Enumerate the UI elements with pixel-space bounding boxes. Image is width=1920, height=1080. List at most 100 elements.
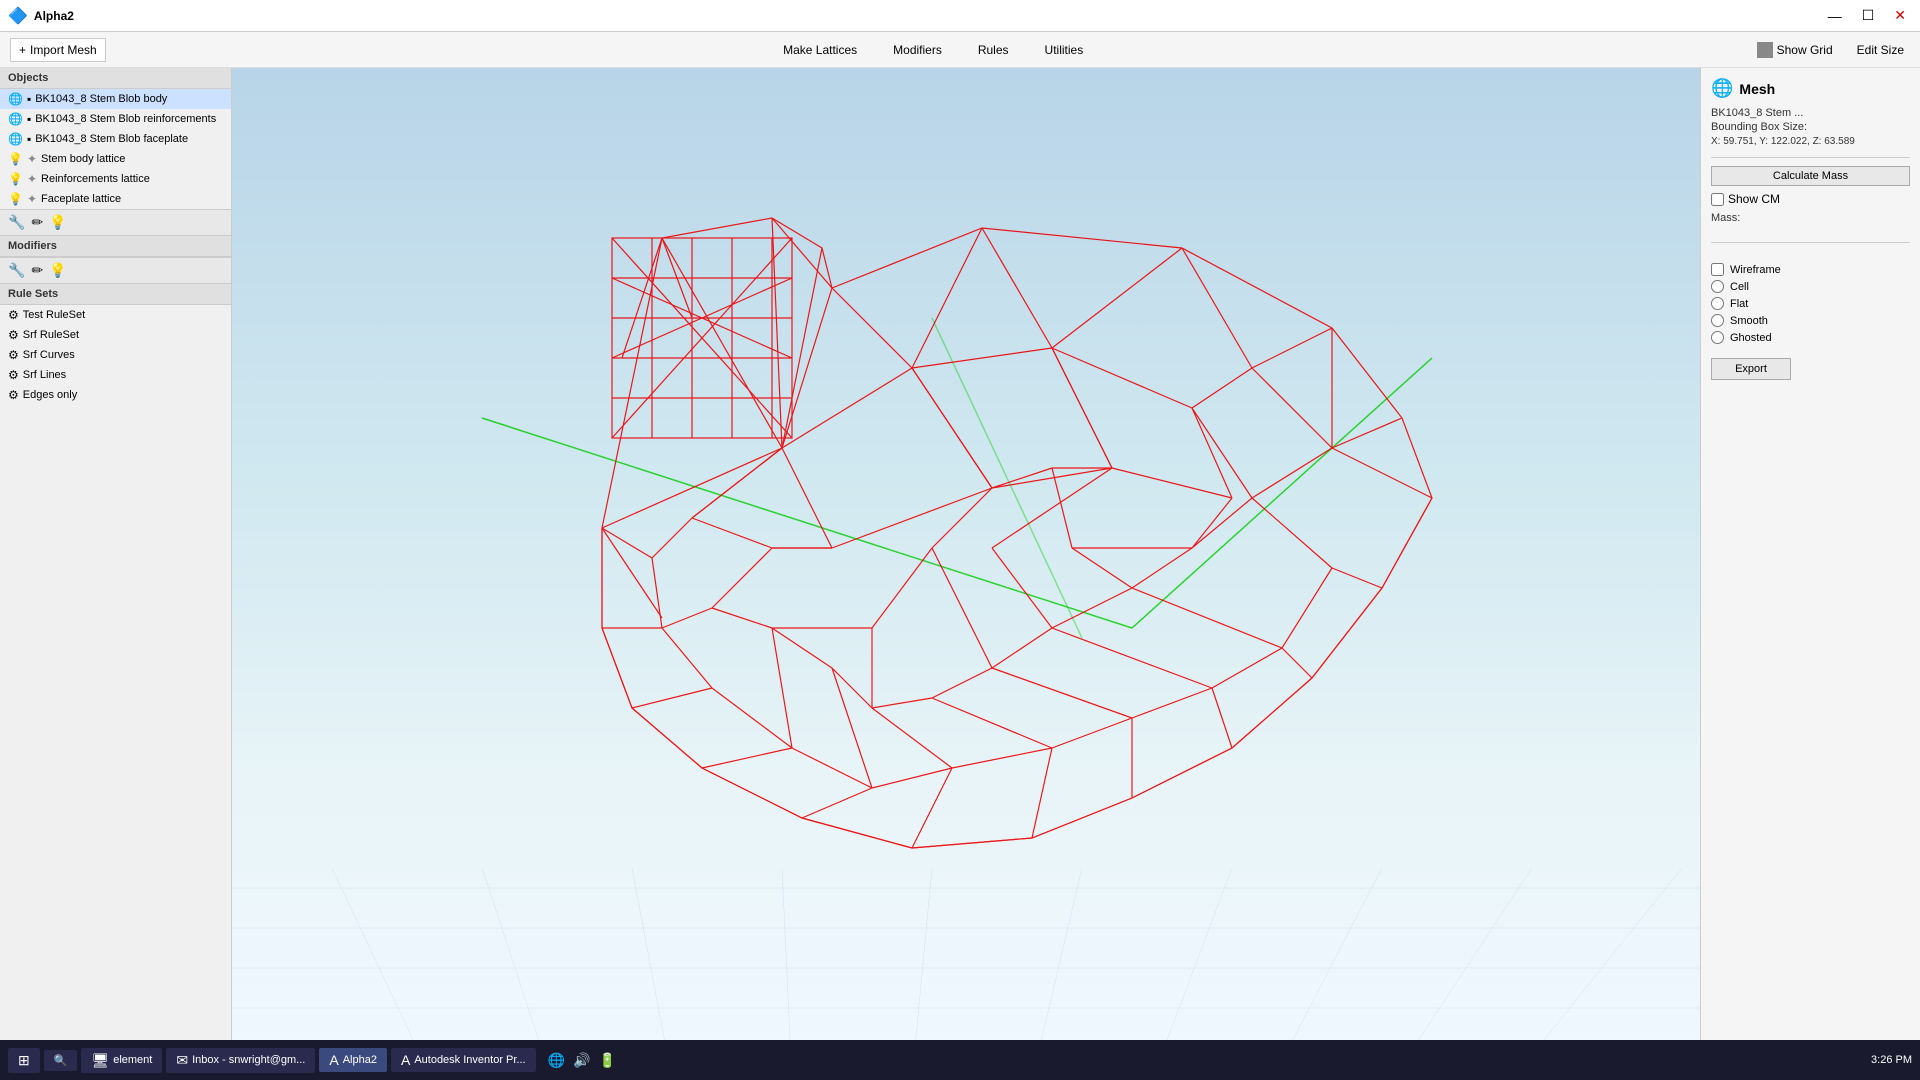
menu-right: Show Grid Edit Size <box>1751 40 1910 60</box>
taskbar-item-element[interactable]: 🖥 element <box>81 1048 162 1073</box>
mesh-section-title: Mesh <box>1739 81 1775 97</box>
render-options-section: Wireframe Cell Flat Smooth Ghosted <box>1711 261 1910 346</box>
tree-item[interactable]: 🌐 ▪ BK1043_8 Stem Blob body <box>0 89 231 109</box>
bounding-box-values: X: 59.751, Y: 122.022, Z: 63.589 <box>1711 136 1855 147</box>
ghosted-label: Ghosted <box>1730 332 1772 344</box>
show-cm-checkbox[interactable] <box>1711 193 1724 206</box>
menu-make-lattices[interactable]: Make Lattices <box>775 39 865 61</box>
menu-modifiers[interactable]: Modifiers <box>885 39 950 61</box>
right-panel: 🌐 Mesh BK1043_8 Stem ... Bounding Box Si… <box>1700 68 1920 1080</box>
render-wireframe: Wireframe <box>1711 261 1910 278</box>
minimize-button[interactable]: — <box>1822 8 1848 24</box>
smooth-radio[interactable] <box>1711 314 1724 327</box>
wireframe-checkbox[interactable] <box>1711 263 1724 276</box>
ghosted-radio[interactable] <box>1711 331 1724 344</box>
visibility-icon[interactable]: 💡 <box>49 214 66 231</box>
element-icon: 🖥 <box>91 1052 109 1069</box>
mesh-globe-icon: 🌐 <box>1711 78 1733 99</box>
object-icon-2: ▪ <box>27 132 31 146</box>
show-grid-button[interactable]: Show Grid <box>1751 40 1839 60</box>
volume-icon: 🔊 <box>573 1052 590 1069</box>
main-layout: Objects 🌐 ▪ BK1043_8 Stem Blob body 🌐 ▪ … <box>0 68 1920 1080</box>
render-ghosted: Ghosted <box>1711 329 1910 346</box>
divider-2 <box>1711 242 1910 243</box>
rule-set-item-4[interactable]: ⚙ Edges only <box>0 385 231 405</box>
object-icon-0: ▪ <box>27 92 31 106</box>
taskbar-item-inventor[interactable]: A Autodesk Inventor Pr... <box>391 1048 536 1072</box>
export-button[interactable]: Export <box>1711 358 1791 380</box>
title-bar-left: 🔷 Alpha2 <box>8 6 74 26</box>
edit-object-icon[interactable]: ✏ <box>31 214 43 231</box>
taskbar-item-alpha2[interactable]: A Alpha2 <box>319 1048 387 1072</box>
flat-label: Flat <box>1730 298 1748 310</box>
menu-rules[interactable]: Rules <box>970 39 1017 61</box>
bulb-icon-5: 💡 <box>8 192 23 206</box>
mesh-name-row: BK1043_8 Stem ... <box>1711 107 1910 119</box>
import-mesh-button[interactable]: + Import Mesh <box>10 38 106 62</box>
cell-radio[interactable] <box>1711 280 1724 293</box>
modifier-visibility-icon[interactable]: 💡 <box>49 262 66 279</box>
taskbar-clock: 3:26 PM <box>1871 1054 1912 1066</box>
taskbar-item-inbox[interactable]: ✉ Inbox - snwright@gm... <box>166 1048 315 1073</box>
rule-icon-2: ⚙ <box>8 348 19 362</box>
taskbar-element-label: element <box>113 1054 152 1066</box>
start-button[interactable]: ⊞ <box>8 1048 40 1073</box>
mass-label: Mass: <box>1711 212 1740 224</box>
rule-icon-0: ⚙ <box>8 308 19 322</box>
mass-row: Mass: <box>1711 212 1910 224</box>
add-object-icon[interactable]: 🔧 <box>8 214 25 231</box>
tree-item[interactable]: 💡 ✦ Reinforcements lattice <box>0 169 231 189</box>
show-cm-row: Show CM <box>1711 192 1910 206</box>
title-bar-right: — ☐ ✕ <box>1822 7 1912 24</box>
rule-label-0: Test RuleSet <box>23 309 85 321</box>
rule-label-3: Srf Lines <box>23 369 66 381</box>
tree-item[interactable]: 🌐 ▪ BK1043_8 Stem Blob faceplate <box>0 129 231 149</box>
search-bar[interactable]: 🔍 <box>44 1050 78 1071</box>
close-button[interactable]: ✕ <box>1888 7 1912 24</box>
render-cell: Cell <box>1711 278 1910 295</box>
search-icon: 🔍 <box>54 1054 68 1067</box>
object-label-0: BK1043_8 Stem Blob body <box>35 93 167 105</box>
lattice-icon-5: ✦ <box>27 192 37 206</box>
objects-toolbar: 🔧 ✏ 💡 <box>0 209 231 236</box>
bounding-box-label: Bounding Box Size: <box>1711 121 1807 133</box>
object-label-5: Faceplate lattice <box>41 193 121 205</box>
modifiers-section-header: Modifiers <box>0 236 231 257</box>
rule-sets-list: ⚙ Test RuleSet ⚙ Srf RuleSet ⚙ Srf Curve… <box>0 305 231 1080</box>
inventor-icon: A <box>401 1052 410 1068</box>
menu-utilities[interactable]: Utilities <box>1037 39 1092 61</box>
rule-set-item-1[interactable]: ⚙ Srf RuleSet <box>0 325 231 345</box>
menu-center: Make Lattices Modifiers Rules Utilities <box>775 39 1091 61</box>
maximize-button[interactable]: ☐ <box>1856 7 1881 24</box>
rule-set-item-0[interactable]: ⚙ Test RuleSet <box>0 305 231 325</box>
right-panel-header: 🌐 Mesh <box>1711 78 1910 99</box>
render-smooth: Smooth <box>1711 312 1910 329</box>
taskbar-inventor-label: Autodesk Inventor Pr... <box>414 1054 525 1066</box>
tree-item[interactable]: 💡 ✦ Faceplate lattice <box>0 189 231 209</box>
viewport[interactable] <box>232 68 1700 1080</box>
rule-set-item-3[interactable]: ⚙ Srf Lines <box>0 365 231 385</box>
globe-icon-1: 🌐 <box>8 112 23 126</box>
taskbar-system-icons: 🌐 🔊 🔋 <box>548 1052 616 1069</box>
title-bar: 🔷 Alpha2 — ☐ ✕ <box>0 0 1920 32</box>
flat-radio[interactable] <box>1711 297 1724 310</box>
inbox-icon: ✉ <box>176 1052 188 1069</box>
tree-item[interactable]: 💡 ✦ Stem body lattice <box>0 149 231 169</box>
wireframe-label: Wireframe <box>1730 264 1781 276</box>
taskbar-alpha2-label: Alpha2 <box>343 1054 377 1066</box>
rule-set-item-2[interactable]: ⚙ Srf Curves <box>0 345 231 365</box>
calculate-mass-button[interactable]: Calculate Mass <box>1711 166 1910 186</box>
app-icon: 🔷 <box>8 6 28 26</box>
object-label-4: Reinforcements lattice <box>41 173 150 185</box>
plus-icon: + <box>19 43 26 57</box>
edit-size-button[interactable]: Edit Size <box>1851 41 1910 59</box>
network-icon: 🌐 <box>548 1052 565 1069</box>
edit-modifier-icon[interactable]: ✏ <box>31 262 43 279</box>
rule-icon-3: ⚙ <box>8 368 19 382</box>
show-cm-label: Show CM <box>1728 192 1780 206</box>
bulb-icon-3: 💡 <box>8 152 23 166</box>
grid-icon <box>1757 42 1773 58</box>
tree-item[interactable]: 🌐 ▪ BK1043_8 Stem Blob reinforcements <box>0 109 231 129</box>
add-modifier-icon[interactable]: 🔧 <box>8 262 25 279</box>
lattice-icon-3: ✦ <box>27 152 37 166</box>
